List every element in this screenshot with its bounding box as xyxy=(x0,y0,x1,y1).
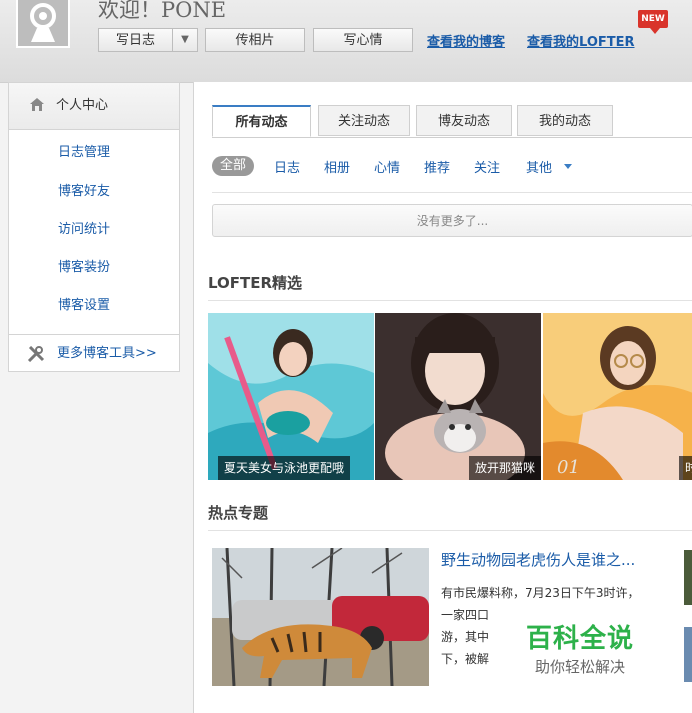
more-tools-label: 更多博客工具>> xyxy=(57,346,157,361)
filter-album[interactable]: 相册 xyxy=(324,157,350,176)
hot-section-title: 热点专题 xyxy=(208,504,269,522)
new-badge: NEW xyxy=(638,10,668,34)
pool-girl-image xyxy=(208,313,374,480)
no-more-bar[interactable]: 没有更多了... xyxy=(212,204,692,237)
next-topic-thumbnail[interactable] xyxy=(684,550,692,605)
view-my-blog-link[interactable]: 查看我的博客 xyxy=(427,31,505,50)
sidebar-item-blog-settings[interactable]: 博客设置 xyxy=(58,294,110,313)
write-log-dropdown[interactable]: ▼ xyxy=(172,28,198,52)
picture-caption: 放开那猫咪 xyxy=(468,456,541,480)
topic-title-link[interactable]: 野生动物园老虎伤人是谁之... xyxy=(441,549,635,570)
tab-following-activity[interactable]: 关注动态 xyxy=(318,105,410,136)
upload-photo-button[interactable]: 传相片 xyxy=(205,28,305,52)
sidebar-item-log-manage[interactable]: 日志管理 xyxy=(58,141,110,160)
filter-log[interactable]: 日志 xyxy=(274,157,300,176)
tiger-photo xyxy=(212,548,429,686)
girl-with-cat-image xyxy=(375,313,541,480)
sidebar-title: 个人中心 xyxy=(56,98,109,113)
topic-image[interactable] xyxy=(212,548,429,686)
bright-portrait-image: 01 xyxy=(543,313,692,480)
view-my-lofter-link[interactable]: 查看我的LOFTER xyxy=(527,31,635,50)
svg-text:01: 01 xyxy=(557,457,580,478)
watermark-brand: 百科全说 xyxy=(525,624,634,654)
chevron-down-icon: ▼ xyxy=(181,34,189,45)
sidebar-item-blog-friends[interactable]: 博客好友 xyxy=(58,180,110,199)
top-bar: 欢迎！PONE 写日志 ▼ 传相片 写心情 查看我的博客 查看我的LOFTER … xyxy=(0,0,692,83)
filter-recommend[interactable]: 推荐 xyxy=(424,157,450,176)
tab-my-activity[interactable]: 我的动态 xyxy=(517,105,613,136)
chevron-down-icon[interactable] xyxy=(564,164,572,169)
divider xyxy=(208,530,692,531)
filter-mood[interactable]: 心情 xyxy=(374,157,400,176)
filter-follow[interactable]: 关注 xyxy=(474,157,500,176)
write-mood-button[interactable]: 写心情 xyxy=(313,28,413,52)
picture-caption: 夏天美女与泳池更配哦 xyxy=(218,456,351,480)
sidebar-item-visit-stats[interactable]: 访问统计 xyxy=(58,218,110,237)
sidebar: 个人中心 日志管理 博客好友 访问统计 博客装扮 博客设置 更多博客工具>> xyxy=(8,82,180,372)
home-icon xyxy=(30,98,44,111)
default-avatar-icon xyxy=(30,3,56,42)
write-log-button[interactable]: 写日志 xyxy=(98,28,173,52)
picture-caption: 时 xyxy=(678,456,692,480)
next-topic-thumbnail[interactable] xyxy=(684,627,692,682)
lofter-picture[interactable]: 01 时 xyxy=(543,313,692,480)
filter-all[interactable]: 全部 xyxy=(212,156,255,176)
tab-all-activity[interactable]: 所有动态 xyxy=(212,105,311,137)
lofter-picture[interactable]: 放开那猫咪 xyxy=(375,313,541,480)
tools-icon xyxy=(27,346,45,362)
sidebar-header[interactable]: 个人中心 xyxy=(9,83,179,130)
welcome-text: 欢迎！PONE xyxy=(98,0,227,22)
filter-other[interactable]: 其他 xyxy=(526,157,552,176)
tab-friends-activity[interactable]: 博友动态 xyxy=(416,105,512,136)
avatar[interactable] xyxy=(16,0,70,48)
sidebar-item-blog-decor[interactable]: 博客装扮 xyxy=(58,256,110,275)
lofter-picture[interactable]: 夏天美女与泳池更配哦 xyxy=(208,313,374,480)
divider xyxy=(212,192,692,193)
main-panel: 所有动态 关注动态 博友动态 我的动态 全部 日志 相册 心情 推荐 关注 其他… xyxy=(193,82,692,713)
feed-tabs: 所有动态 关注动态 博友动态 我的动态 xyxy=(212,105,692,138)
lofter-section-title: LOFTER精选 xyxy=(208,274,303,292)
more-tools-link[interactable]: 更多博客工具>> xyxy=(9,334,179,373)
topic-summary-line: 有市民爆料称，7月23日下午3时许， xyxy=(441,586,640,600)
divider xyxy=(208,300,692,301)
watermark: 百科全说 助你轻松解决 xyxy=(500,622,660,684)
watermark-slogan: 助你轻松解决 xyxy=(534,658,625,676)
